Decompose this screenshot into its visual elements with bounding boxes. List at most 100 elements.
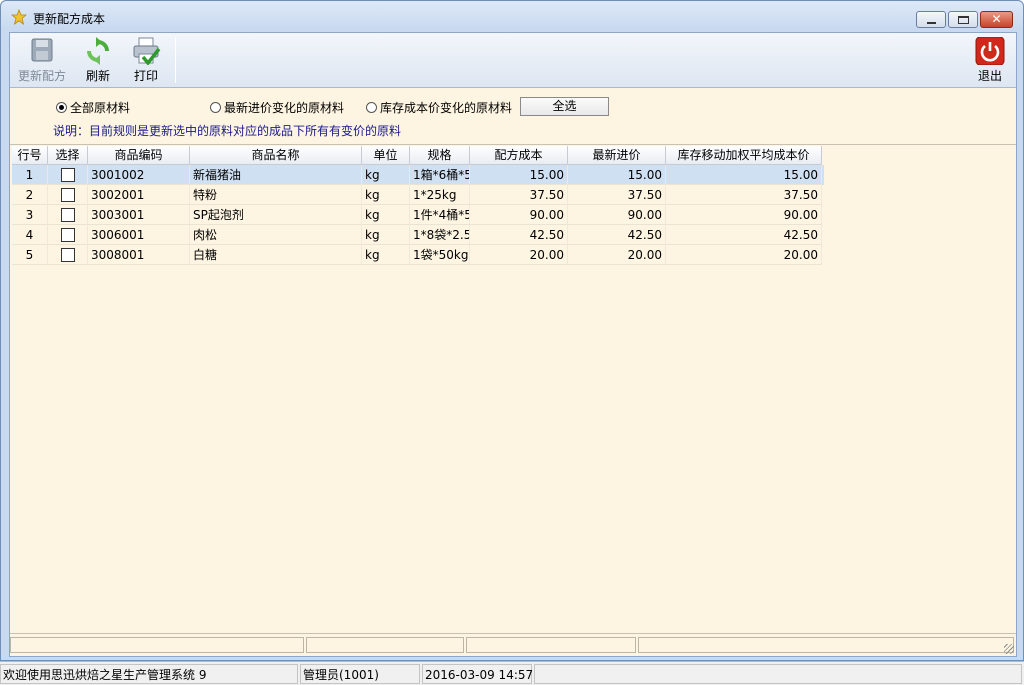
cell-spec: 1件*4桶*5l <box>410 205 470 225</box>
row-checkbox[interactable] <box>60 227 75 242</box>
cell-row-no: 4 <box>12 225 48 245</box>
header-select[interactable]: 选择 <box>48 146 88 165</box>
radio-all-materials[interactable]: 全部原材料 <box>56 99 130 116</box>
row-checkbox[interactable] <box>60 187 75 202</box>
header-row-no[interactable]: 行号 <box>12 146 48 165</box>
status-bar: 欢迎使用思迅烘焙之星生产管理系统 9 管理员(1001) 2016-03-09 … <box>0 661 1024 685</box>
status-empty <box>534 664 1022 684</box>
header-spec[interactable]: 规格 <box>410 146 470 165</box>
inner-bar-segment <box>10 637 304 653</box>
cell-spec: 1袋*50kg <box>410 245 470 265</box>
exit-button[interactable]: 退出 <box>962 37 1018 85</box>
cell-latest-price: 42.50 <box>568 225 666 245</box>
cell-recipe-cost: 90.00 <box>470 205 568 225</box>
save-disk-icon <box>31 38 53 62</box>
cell-select <box>48 165 88 185</box>
cell-select <box>48 245 88 265</box>
cell-row-no: 3 <box>12 205 48 225</box>
refresh-icon <box>87 37 109 65</box>
radio-dot <box>210 102 221 113</box>
rule-note: 说明：目前规则是更新选中的原料对应的成品下所有有变价的原料 <box>53 124 402 138</box>
row-checkbox[interactable] <box>60 207 75 222</box>
table-row[interactable]: 2 3002001 特粉 kg 1*25kg 37.50 37.50 37.50 <box>12 185 824 205</box>
grid-header: 行号 选择 商品编码 商品名称 单位 规格 配方成本 最新进价 库存移动加权平均… <box>12 146 824 165</box>
cell-code: 3003001 <box>88 205 190 225</box>
table-row[interactable]: 5 3008001 白糖 kg 1袋*50kg 20.00 20.00 20.00 <box>12 245 824 265</box>
cell-code: 3001002 <box>88 165 190 185</box>
table-row[interactable]: 1 3001002 新福猪油 kg 1箱*6桶*5l 15.00 15.00 15.00 <box>12 165 824 185</box>
toolbar: 更新配方 刷新 打印 退出 <box>10 33 1016 88</box>
cell-recipe-cost: 37.50 <box>470 185 568 205</box>
power-icon <box>975 37 1005 65</box>
status-datetime: 2016-03-09 14:57 <box>422 664 533 684</box>
window-title: 更新配方成本 <box>33 12 106 26</box>
cell-code: 3002001 <box>88 185 190 205</box>
cell-select <box>48 225 88 245</box>
resize-grip[interactable] <box>1004 644 1014 654</box>
cell-latest-price: 90.00 <box>568 205 666 225</box>
radio-stock-cost-changed[interactable]: 库存成本价变化的原材料 <box>366 99 512 116</box>
header-avg-cost[interactable]: 库存移动加权平均成本价 <box>666 146 822 165</box>
cell-unit: kg <box>362 165 410 185</box>
cell-spec: 1*8袋*2.5k <box>410 225 470 245</box>
table-row[interactable]: 3 3003001 SP起泡剂 kg 1件*4桶*5l 90.00 90.00 90.00 <box>12 205 824 225</box>
close-button[interactable]: ✕ <box>980 11 1013 28</box>
cell-name: SP起泡剂 <box>190 205 362 225</box>
inner-bar-segment <box>306 637 464 653</box>
maximize-button[interactable] <box>948 11 978 28</box>
cell-avg-cost: 15.00 <box>666 165 822 185</box>
radio-label: 全部原材料 <box>70 101 131 115</box>
cell-unit: kg <box>362 205 410 225</box>
cell-unit: kg <box>362 225 410 245</box>
cell-avg-cost: 90.00 <box>666 205 822 225</box>
cell-select <box>48 185 88 205</box>
exit-label: 退出 <box>977 69 1002 83</box>
materials-grid: 行号 选择 商品编码 商品名称 单位 规格 配方成本 最新进价 库存移动加权平均… <box>12 146 1014 632</box>
row-checkbox[interactable] <box>60 247 75 262</box>
cell-recipe-cost: 20.00 <box>470 245 568 265</box>
cell-latest-price: 37.50 <box>568 185 666 205</box>
cell-row-no: 1 <box>12 165 48 185</box>
main-window: 更新配方成本 ✕ 更新配方 刷新 打印 退出 全部原材料 最新进价变化的原材料 … <box>0 0 1024 661</box>
table-row[interactable]: 43006001肉松kg1*8袋*2.5k42.5042.5042.50 <box>12 225 824 245</box>
client-area: 更新配方 刷新 打印 退出 全部原材料 最新进价变化的原材料 库存成本价变化的原… <box>9 32 1017 657</box>
header-unit[interactable]: 单位 <box>362 146 410 165</box>
cell-name: 新福猪油 <box>190 165 362 185</box>
select-all-button[interactable]: 全选 <box>520 97 609 116</box>
cell-code: 3008001 <box>88 245 190 265</box>
header-recipe-cost[interactable]: 配方成本 <box>470 146 568 165</box>
radio-label: 库存成本价变化的原材料 <box>380 101 513 115</box>
cell-name: 白糖 <box>190 245 362 265</box>
cell-avg-cost: 42.50 <box>666 225 822 245</box>
inner-bar-segment <box>638 637 1014 653</box>
radio-dot <box>56 102 67 113</box>
cell-unit: kg <box>362 185 410 205</box>
maximize-icon <box>958 16 969 24</box>
title-bar[interactable]: 更新配方成本 ✕ <box>1 1 1023 31</box>
cell-row-no: 5 <box>12 245 48 265</box>
cell-latest-price: 20.00 <box>568 245 666 265</box>
cell-name: 特粉 <box>190 185 362 205</box>
radio-dot <box>366 102 377 113</box>
header-name[interactable]: 商品名称 <box>190 146 362 165</box>
inner-bar-segment <box>466 637 636 653</box>
radio-label: 最新进价变化的原材料 <box>224 101 345 115</box>
row-checkbox[interactable] <box>60 167 75 182</box>
print-button[interactable]: 打印 <box>118 37 174 85</box>
header-code[interactable]: 商品编码 <box>88 146 190 165</box>
cell-unit: kg <box>362 245 410 265</box>
cell-select <box>48 205 88 225</box>
filter-panel: 全部原材料 最新进价变化的原材料 库存成本价变化的原材料 全选 说明：目前规则是… <box>10 89 1016 145</box>
update-recipe-button[interactable]: 更新配方 <box>14 37 70 85</box>
minimize-button[interactable] <box>916 11 946 28</box>
radio-latest-price-changed[interactable]: 最新进价变化的原材料 <box>210 99 344 116</box>
header-latest-price[interactable]: 最新进价 <box>568 146 666 165</box>
star-icon <box>11 9 27 25</box>
cell-avg-cost: 37.50 <box>666 185 822 205</box>
printer-icon <box>133 37 161 65</box>
status-user: 管理员(1001) <box>300 664 420 684</box>
minimize-icon <box>927 22 936 24</box>
status-welcome: 欢迎使用思迅烘焙之星生产管理系统 9 <box>0 664 298 684</box>
cell-spec: 1*25kg <box>410 185 470 205</box>
cell-row-no: 2 <box>12 185 48 205</box>
